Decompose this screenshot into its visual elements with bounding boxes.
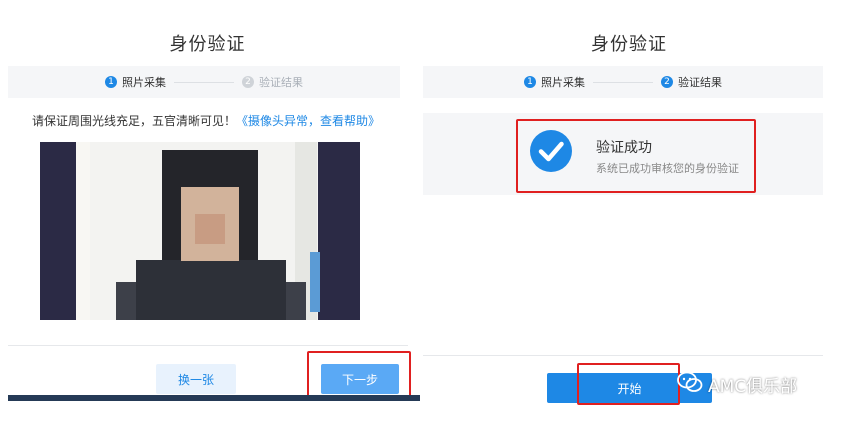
step-verify-result: 2 验证结果: [661, 74, 722, 90]
step-indicator: 1 照片采集 2 验证结果: [423, 66, 823, 98]
step-connector: [593, 81, 653, 83]
wechat-icon: [677, 371, 703, 398]
page-title: 身份验证: [169, 34, 246, 55]
retake-photo-button[interactable]: 换一张: [156, 364, 236, 394]
watermark-text: AMC俱乐部: [708, 377, 798, 397]
step-photo-capture: 1 照片采集: [524, 74, 585, 90]
lighting-hint: 请保证周围光线充足，五官清晰可见！《摄像头异常，查看帮助》: [32, 112, 380, 129]
step-label: 验证结果: [259, 76, 303, 89]
step-2-number: 2: [661, 76, 673, 88]
photo-body: [136, 260, 286, 320]
step-indicator: 1 照片采集 2 验证结果: [8, 66, 400, 98]
divider: [423, 355, 823, 356]
highlight-result-box: [516, 119, 756, 193]
step-1-number: 1: [524, 76, 536, 88]
step-label: 验证结果: [678, 76, 722, 89]
taskbar-strip: [8, 395, 420, 401]
step-photo-capture: 1 照片采集: [105, 74, 166, 90]
step-label: 照片采集: [122, 76, 166, 89]
step-verify-result: 2 验证结果: [242, 74, 303, 90]
step-2-number: 2: [242, 76, 254, 88]
watermark: AMC俱乐部: [677, 371, 797, 398]
step-1-number: 1: [105, 76, 117, 88]
hint-text: 请保证周围光线充足，五官清晰可见！: [32, 114, 237, 128]
camera-preview: [40, 142, 360, 320]
page-title: 身份验证: [591, 34, 667, 55]
camera-help-link[interactable]: 《摄像头异常，查看帮助》: [236, 114, 380, 128]
photo-object: [310, 252, 320, 312]
step-label: 照片采集: [541, 76, 585, 89]
divider: [8, 345, 408, 346]
photo-light: [76, 142, 90, 320]
step-connector: [174, 81, 234, 83]
highlight-next-box: [307, 351, 411, 400]
verify-result-panel: 身份验证 1 照片采集 2 验证结果 验证成功 系统已成功审核您的身份验证 开始: [423, 0, 841, 421]
photo-face-detail: [195, 214, 225, 244]
photo-capture-panel: 身份验证 1 照片采集 2 验证结果 请保证周围光线充足，五官清晰可见！《摄像头…: [0, 0, 420, 421]
highlight-start-box: [577, 363, 680, 405]
